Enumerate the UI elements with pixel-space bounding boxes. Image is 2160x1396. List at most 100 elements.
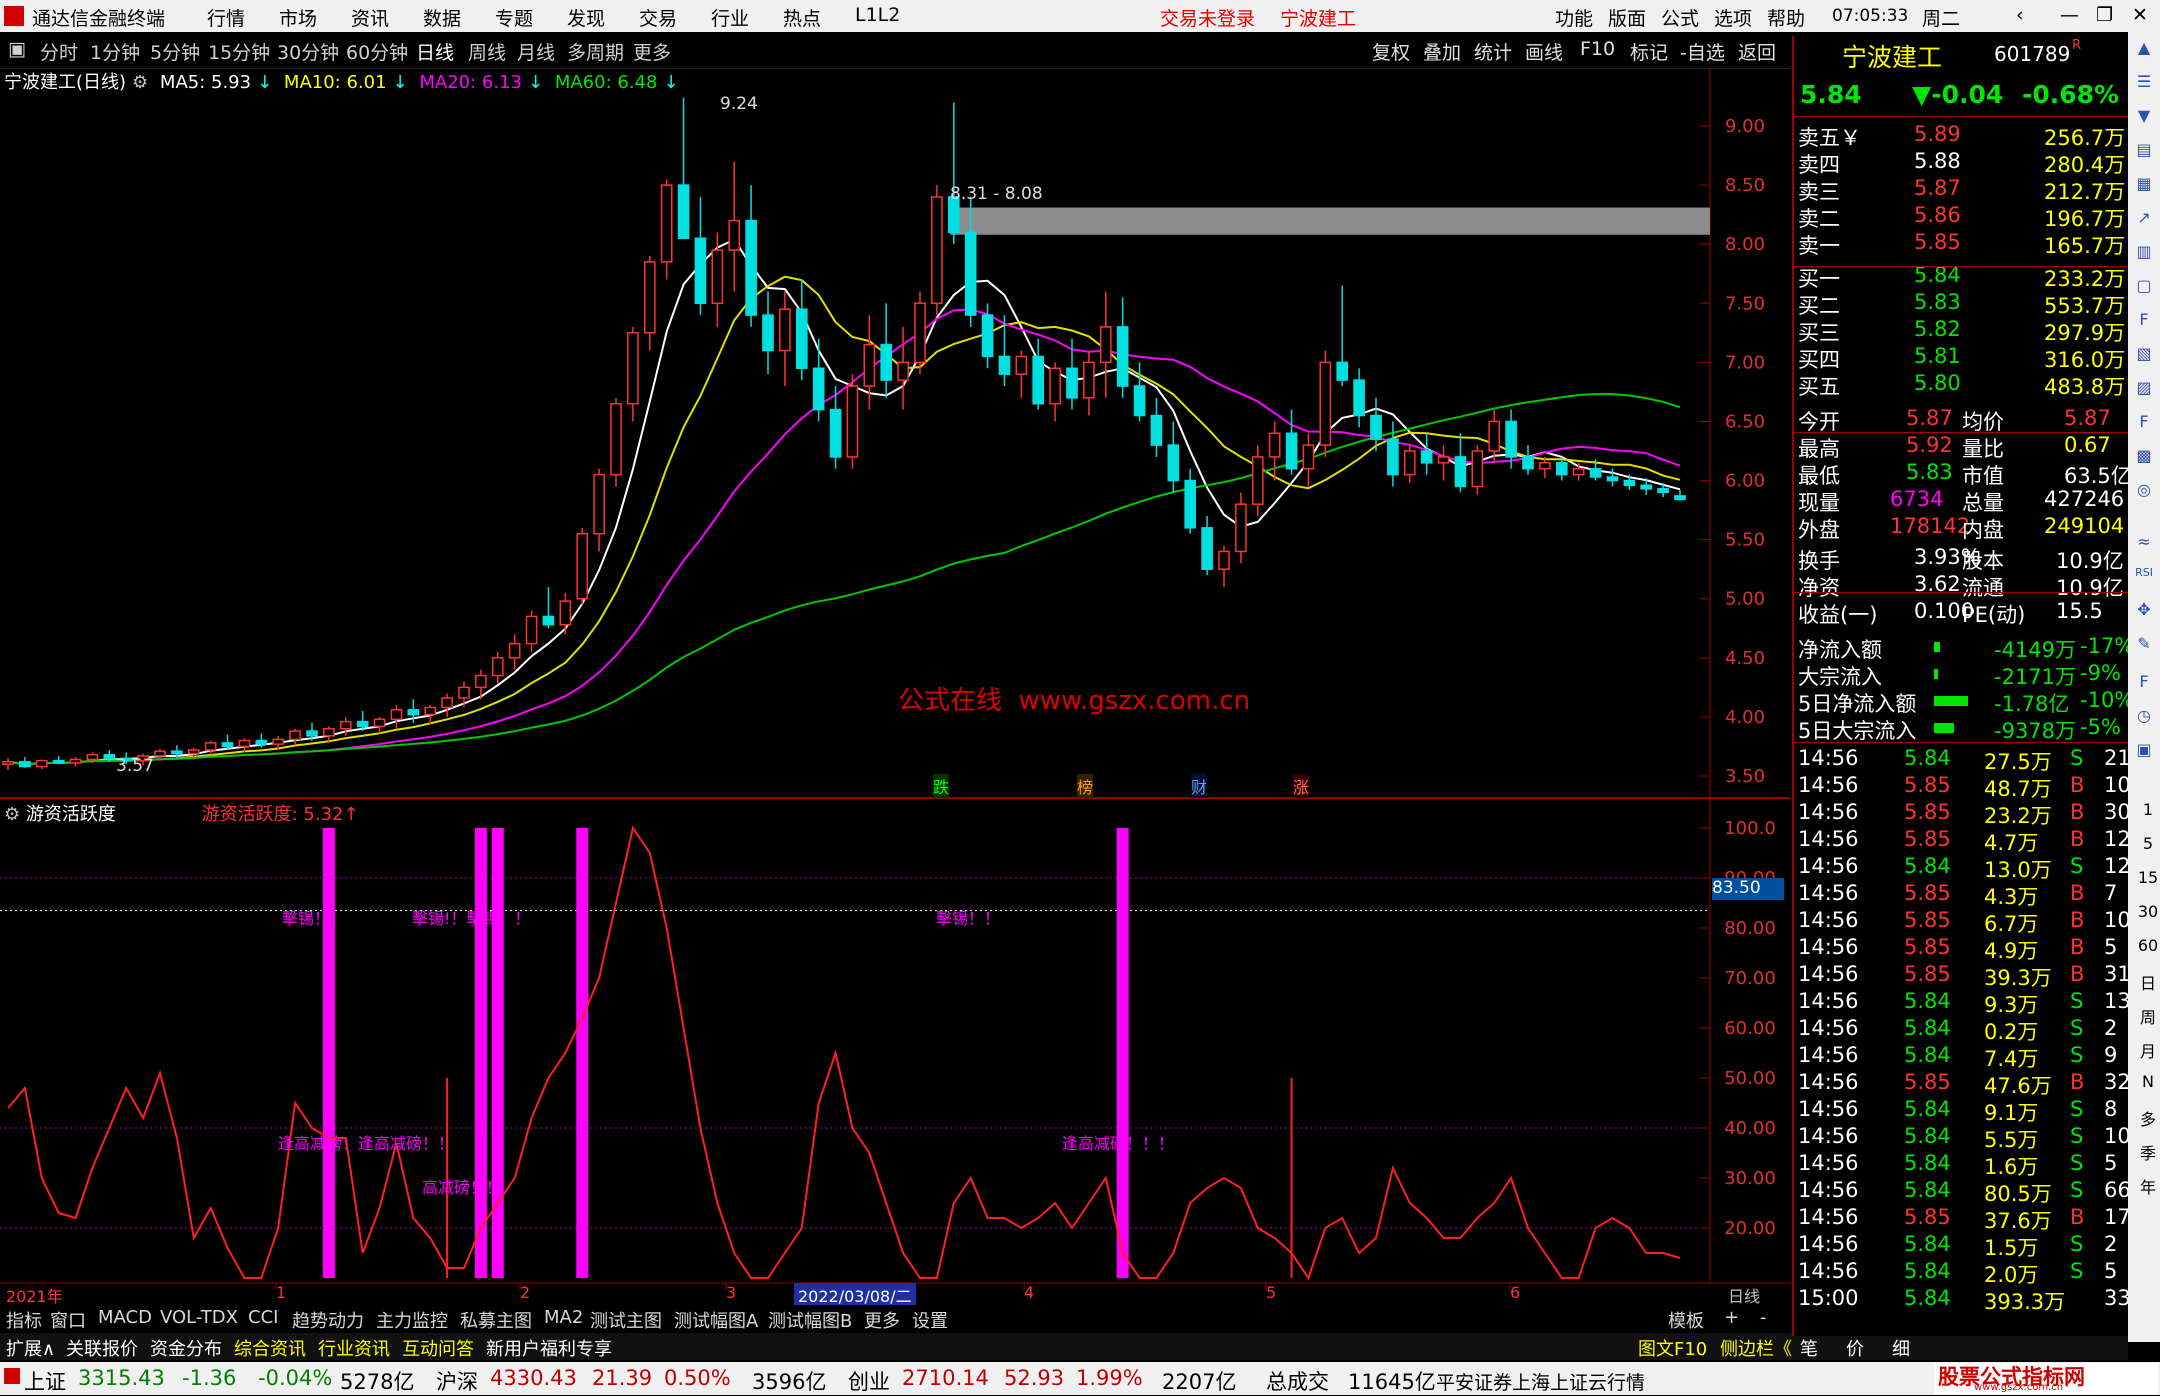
candle-body[interactable] [1184, 479, 1197, 529]
event-marker-finance[interactable]: 财 [1191, 774, 1208, 798]
menu-help[interactable]: 帮助 [1767, 4, 1805, 31]
candle-body[interactable] [846, 385, 859, 458]
overlay-button[interactable]: 叠加 [1423, 38, 1461, 65]
sidebar-list-icon[interactable]: ☰ [2132, 72, 2156, 96]
ask-row[interactable]: 卖四 5.88 280.4万 [1794, 149, 2128, 177]
candle-body[interactable] [356, 720, 369, 728]
bid-row[interactable]: 买四 5.81 316.0万 [1794, 344, 2128, 372]
sidebar-period-7[interactable]: 月 [2136, 1038, 2160, 1062]
bid-row[interactable]: 买三 5.82 297.9万 [1794, 317, 2128, 345]
sidebar-period-9[interactable]: 多 [2136, 1106, 2160, 1130]
candle-body[interactable] [745, 219, 757, 316]
candle-body[interactable] [998, 355, 1011, 375]
candle-body[interactable] [1420, 450, 1433, 464]
candle-body[interactable] [964, 231, 977, 316]
candle-body[interactable] [1572, 467, 1585, 476]
sidebar-trend-icon[interactable]: ↗ [2132, 208, 2156, 232]
candle-body[interactable] [35, 759, 48, 768]
period-tab-fenshi[interactable]: 分时 [40, 38, 78, 65]
candle-body[interactable] [339, 720, 352, 730]
candle-body[interactable] [255, 739, 268, 745]
sidebar-down-icon[interactable]: ▼ [2132, 106, 2156, 130]
tab-more[interactable]: 更多 [864, 1307, 900, 1333]
tab-trend-power[interactable]: 趋势动力 [292, 1307, 364, 1333]
candle-body[interactable] [677, 184, 690, 240]
candle-body[interactable] [863, 343, 876, 387]
candle-body[interactable] [373, 718, 386, 728]
candle-body[interactable] [660, 184, 673, 263]
period-tab-weekly[interactable]: 周线 [468, 38, 506, 65]
sidebar-period-0[interactable]: 1 [2136, 800, 2160, 824]
candle-body[interactable] [1235, 503, 1247, 553]
candle-body[interactable] [829, 408, 842, 458]
ext-detail-tab[interactable]: 细 [1892, 1335, 1910, 1361]
candle-body[interactable] [1640, 484, 1653, 490]
candle-body[interactable] [306, 730, 318, 737]
candle-body[interactable] [1555, 462, 1568, 476]
candle-body[interactable] [238, 739, 251, 748]
ext-price-tab[interactable]: 价 [1846, 1335, 1864, 1361]
indicator-settings-icon[interactable]: ⚙ [4, 804, 20, 825]
restore-icon[interactable]: ❐ [2096, 4, 2113, 26]
candle-body[interactable] [1015, 355, 1028, 375]
period-tab-60min[interactable]: 60分钟 [346, 38, 408, 65]
candle-body[interactable] [1218, 550, 1230, 570]
period-tab-daily[interactable]: 日线 [416, 38, 454, 65]
login-status[interactable]: 交易未登录 [1160, 4, 1255, 31]
candle-body[interactable] [1302, 444, 1315, 470]
candle-body[interactable] [103, 753, 116, 760]
candle-body[interactable] [1539, 462, 1551, 470]
back-arrow-icon[interactable]: ‹ [2016, 4, 2024, 26]
sidebar-doc-icon[interactable]: ▢ [2132, 276, 2156, 300]
ask-row[interactable]: 卖二 5.86 196.7万 [1794, 203, 2128, 231]
period-tab-5min[interactable]: 5分钟 [150, 38, 200, 65]
candle-body[interactable] [1370, 414, 1382, 440]
tab-test-sub-a[interactable]: 测试幅图A [674, 1307, 758, 1333]
candle-body[interactable] [1201, 527, 1213, 570]
bid-row[interactable]: 买二 5.83 553.7万 [1794, 290, 2128, 318]
menu-discover[interactable]: 发现 [567, 4, 605, 31]
period-tab-more[interactable]: 更多 [633, 38, 671, 65]
period-tab-monthly[interactable]: 月线 [517, 38, 555, 65]
sidebar-clock-icon[interactable]: ◷ [2132, 706, 2156, 730]
menu-hot[interactable]: 热点 [783, 4, 821, 31]
tab-settings[interactable]: 设置 [912, 1307, 948, 1333]
ext-fund-dist[interactable]: 资金分布 [150, 1335, 222, 1361]
candle-body[interactable] [1116, 326, 1129, 387]
candle-body[interactable] [508, 642, 521, 659]
candle-body[interactable] [69, 758, 82, 764]
sidebar-period-5[interactable]: 日 [2136, 970, 2160, 994]
flow-row[interactable]: 5日净流入额 -1.78亿 -10% [1794, 688, 2134, 716]
menu-options[interactable]: 选项 [1714, 4, 1752, 31]
flow-row[interactable]: 大宗流入 -2171万 -9% [1794, 661, 2128, 689]
menu-news[interactable]: 资讯 [351, 4, 389, 31]
candle-body[interactable] [458, 686, 470, 699]
period-tab-1min[interactable]: 1分钟 [90, 38, 140, 65]
tab-cci[interactable]: CCI [248, 1307, 278, 1328]
candle-body[interactable] [424, 706, 437, 716]
sidebar-wave-icon[interactable]: ≈ [2132, 532, 2156, 556]
candle-body[interactable] [593, 473, 605, 535]
candle-body[interactable] [779, 308, 791, 352]
remove-pane-button[interactable]: - [1760, 1307, 1767, 1328]
candle-body[interactable] [1522, 456, 1534, 470]
menu-l1l2[interactable]: L1L2 [855, 4, 900, 26]
candle-body[interactable] [1251, 456, 1264, 505]
candle-body[interactable] [1674, 495, 1686, 501]
sidebar-f12-icon[interactable]: F [2132, 412, 2156, 436]
candle-body[interactable] [475, 674, 487, 689]
candle-body[interactable] [1505, 420, 1517, 458]
candle-body[interactable] [52, 759, 65, 764]
candle-body[interactable] [1083, 361, 1095, 399]
ext-tick-tab[interactable]: 笔 [1800, 1335, 1818, 1361]
candle-body[interactable] [931, 196, 943, 305]
candle-body[interactable] [1099, 326, 1112, 364]
menu-function[interactable]: 功能 [1555, 4, 1593, 31]
minimize-icon[interactable]: — [2060, 4, 2079, 26]
period-tab-multi[interactable]: 多周期 [567, 38, 624, 65]
menu-layout[interactable]: 版面 [1608, 4, 1646, 31]
draw-line-button[interactable]: 画线 [1525, 38, 1563, 65]
ask-row[interactable]: 卖五￥ 5.89 256.7万 [1794, 122, 2128, 150]
sidebar-calendar-icon[interactable]: ▣ [2132, 740, 2156, 764]
event-marker-rank[interactable]: 榜 [1077, 774, 1094, 798]
